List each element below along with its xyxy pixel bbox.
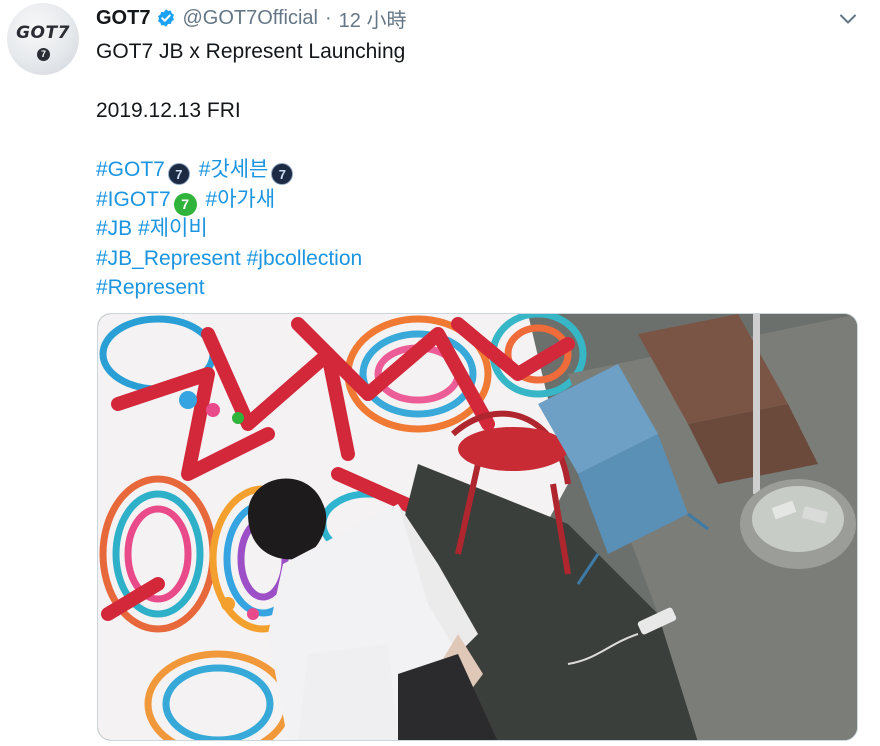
got7-emoji-icon: 7	[271, 163, 294, 185]
video-media[interactable]	[97, 313, 858, 741]
hashtag-jb-represent[interactable]: #JB_Represent	[96, 247, 241, 270]
hashtag-represent[interactable]: #Represent	[96, 276, 205, 299]
hashtag-jeibi[interactable]: #제이비	[138, 217, 208, 240]
got7-emoji-icon: 7	[167, 163, 190, 185]
hashtag-line-1: #GOT7 7 #갓세븐 7	[96, 155, 856, 185]
hashtag-jb[interactable]: #JB	[96, 217, 132, 240]
chevron-down-icon[interactable]	[837, 8, 859, 30]
display-name[interactable]: GOT7	[96, 7, 150, 30]
igot7-emoji-icon: 7	[173, 192, 197, 216]
verified-badge-icon	[158, 9, 175, 27]
tweet-title: GOT7 JB x Represent Launching	[96, 40, 406, 63]
video-frame	[98, 314, 857, 740]
hashtag-line-4: #JB_Represent #jbcollection	[96, 244, 856, 274]
hashtag-line-2: #IGOT7 7 #아가새	[96, 185, 856, 216]
handle[interactable]: @GOT7Official	[182, 7, 318, 30]
hashtag-line-5: #Represent	[96, 273, 856, 303]
hashtag-igot7[interactable]: #IGOT7	[96, 188, 171, 211]
separator: ·	[324, 6, 332, 29]
hashtag-jbcollection[interactable]: #jbcollection	[247, 247, 363, 270]
avatar-logo: GOT7	[16, 23, 70, 43]
avatar[interactable]: GOT7 7	[7, 3, 79, 75]
tweet-text: GOT7 JB x Represent Launching 2019.12.13…	[96, 37, 856, 303]
avatar-badge: 7	[37, 48, 50, 61]
hashtag-line-3: #JB #제이비	[96, 214, 856, 244]
tweet-header: GOT7 @GOT7Official · 12 小時	[96, 4, 406, 32]
timestamp[interactable]: 12 小時	[339, 4, 407, 33]
hashtag-agasae[interactable]: #아가새	[206, 188, 276, 211]
hashtag-got7[interactable]: #GOT7	[96, 158, 165, 181]
tweet-date: 2019.12.13 FRI	[96, 99, 241, 122]
hashtag-gatsebeun[interactable]: #갓세븐	[199, 158, 269, 181]
